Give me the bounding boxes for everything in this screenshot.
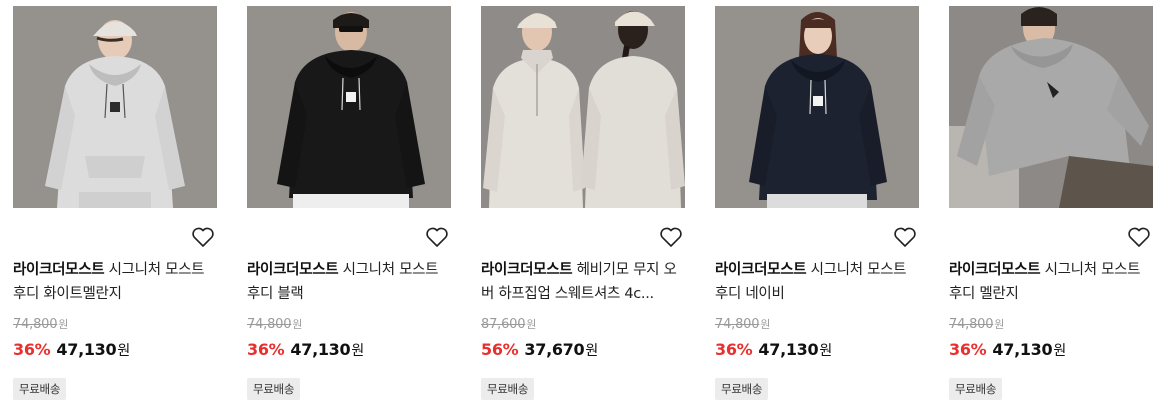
currency-unit: 원: [526, 318, 537, 331]
original-price: 74,800원: [715, 316, 770, 334]
sale-price-row: 36% 47,130원: [13, 339, 130, 362]
heart-icon[interactable]: [191, 226, 215, 248]
currency-unit: 원: [760, 318, 771, 331]
brand-name: 라이크더모스트: [949, 262, 1041, 278]
brand-name: 라이크더모스트: [715, 262, 807, 278]
free-shipping-badge: 무료배송: [715, 378, 769, 400]
heart-icon[interactable]: [893, 226, 917, 248]
sale-price: 47,130: [56, 340, 117, 359]
heart-icon[interactable]: [1127, 226, 1151, 248]
currency-unit: 원: [819, 343, 832, 359]
sale-price-row: 36% 47,130원: [949, 339, 1066, 362]
currency-unit: 원: [994, 318, 1005, 331]
original-price: 74,800원: [949, 316, 1004, 334]
currency-unit: 원: [1053, 343, 1066, 359]
brand-name: 라이크더모스트: [247, 262, 339, 278]
brand-name: 라이크더모스트: [481, 262, 573, 278]
sale-price: 47,130: [290, 340, 351, 359]
original-price-value: 74,800: [13, 317, 58, 332]
product-title[interactable]: 라이크더모스트 시그니처 모스트 후디 화이트멜란지: [13, 258, 217, 306]
product-card[interactable]: 라이크더모스트 시그니처 모스트 후디 멜란지 74,800원 36% 47,13…: [949, 6, 1153, 403]
original-price-value: 74,800: [247, 317, 292, 332]
discount-rate: 36%: [13, 340, 51, 359]
original-price-value: 87,600: [481, 317, 526, 332]
sale-price-row: 56% 37,670원: [481, 339, 598, 362]
sale-price-row: 36% 47,130원: [247, 339, 364, 362]
product-card[interactable]: 라이크더모스트 시그니처 모스트 후디 네이비 74,800원 36% 47,13…: [715, 6, 919, 403]
original-price-value: 74,800: [715, 317, 760, 332]
product-grid: 라이크더모스트 시그니처 모스트 후디 화이트멜란지 74,800원 36% 47…: [0, 0, 1170, 403]
free-shipping-badge: 무료배송: [949, 378, 1003, 400]
discount-rate: 56%: [481, 340, 519, 359]
original-price: 87,600원: [481, 316, 536, 334]
product-image[interactable]: [715, 6, 919, 208]
sale-price: 47,130: [758, 340, 819, 359]
free-shipping-badge: 무료배송: [481, 378, 535, 400]
product-image[interactable]: [949, 6, 1153, 208]
currency-unit: 원: [585, 343, 598, 359]
product-card[interactable]: 라이크더모스트 시그니처 모스트 후디 화이트멜란지 74,800원 36% 47…: [13, 6, 217, 403]
currency-unit: 원: [58, 318, 69, 331]
original-price-value: 74,800: [949, 317, 994, 332]
original-price: 74,800원: [13, 316, 68, 334]
heart-icon[interactable]: [425, 226, 449, 248]
product-image[interactable]: [13, 6, 217, 208]
discount-rate: 36%: [715, 340, 753, 359]
sale-price: 37,670: [524, 340, 585, 359]
original-price: 74,800원: [247, 316, 302, 334]
product-card[interactable]: 라이크더모스트 시그니처 모스트 후디 블랙 74,800원 36% 47,130…: [247, 6, 451, 403]
product-title[interactable]: 라이크더모스트 시그니처 모스트 후디 네이비: [715, 258, 919, 306]
heart-icon[interactable]: [659, 226, 683, 248]
product-card[interactable]: 라이크더모스트 헤비기모 무지 오버 하프집업 스웨트셔츠 4c... 87,6…: [481, 6, 685, 403]
discount-rate: 36%: [949, 340, 987, 359]
sale-price: 47,130: [992, 340, 1053, 359]
discount-rate: 36%: [247, 340, 285, 359]
free-shipping-badge: 무료배송: [13, 378, 67, 400]
product-title[interactable]: 라이크더모스트 헤비기모 무지 오버 하프집업 스웨트셔츠 4c...: [481, 258, 685, 306]
currency-unit: 원: [351, 343, 364, 359]
product-image[interactable]: [247, 6, 451, 208]
currency-unit: 원: [292, 318, 303, 331]
product-image[interactable]: [481, 6, 685, 208]
free-shipping-badge: 무료배송: [247, 378, 301, 400]
sale-price-row: 36% 47,130원: [715, 339, 832, 362]
product-title[interactable]: 라이크더모스트 시그니처 모스트 후디 블랙: [247, 258, 451, 306]
currency-unit: 원: [117, 343, 130, 359]
brand-name: 라이크더모스트: [13, 262, 105, 278]
product-title[interactable]: 라이크더모스트 시그니처 모스트 후디 멜란지: [949, 258, 1153, 306]
